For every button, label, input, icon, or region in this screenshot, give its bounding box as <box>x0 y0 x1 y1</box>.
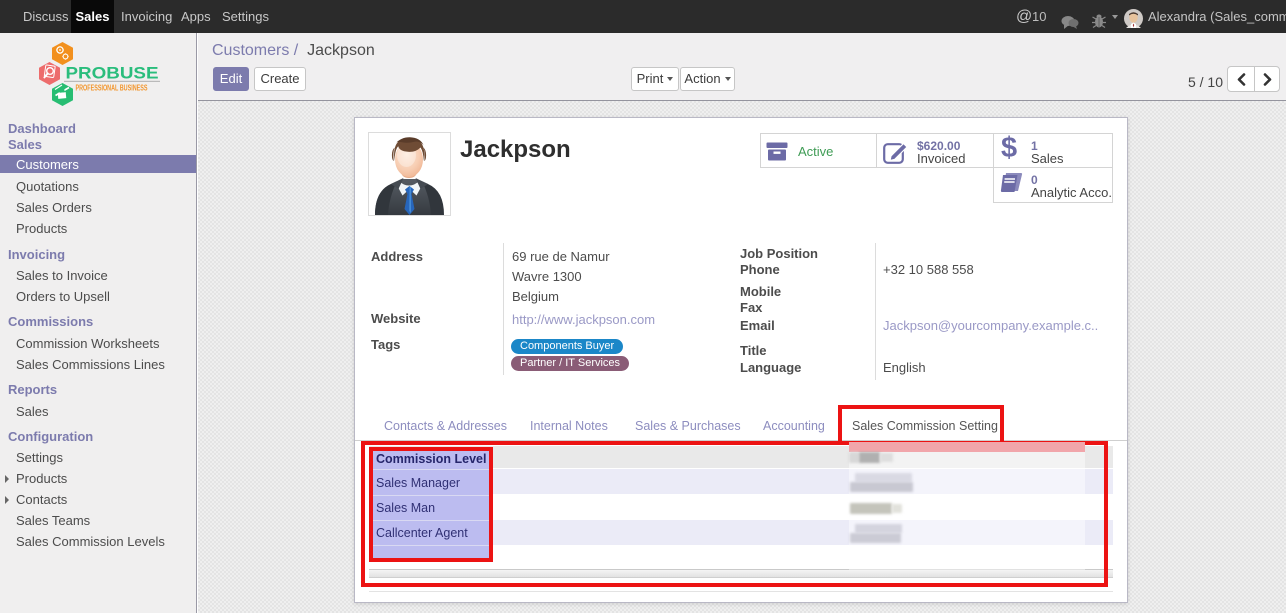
svg-text:PROFESSIONAL BUSINESS: PROFESSIONAL BUSINESS <box>76 84 148 93</box>
svg-text:PROBUSE: PROBUSE <box>66 65 159 83</box>
